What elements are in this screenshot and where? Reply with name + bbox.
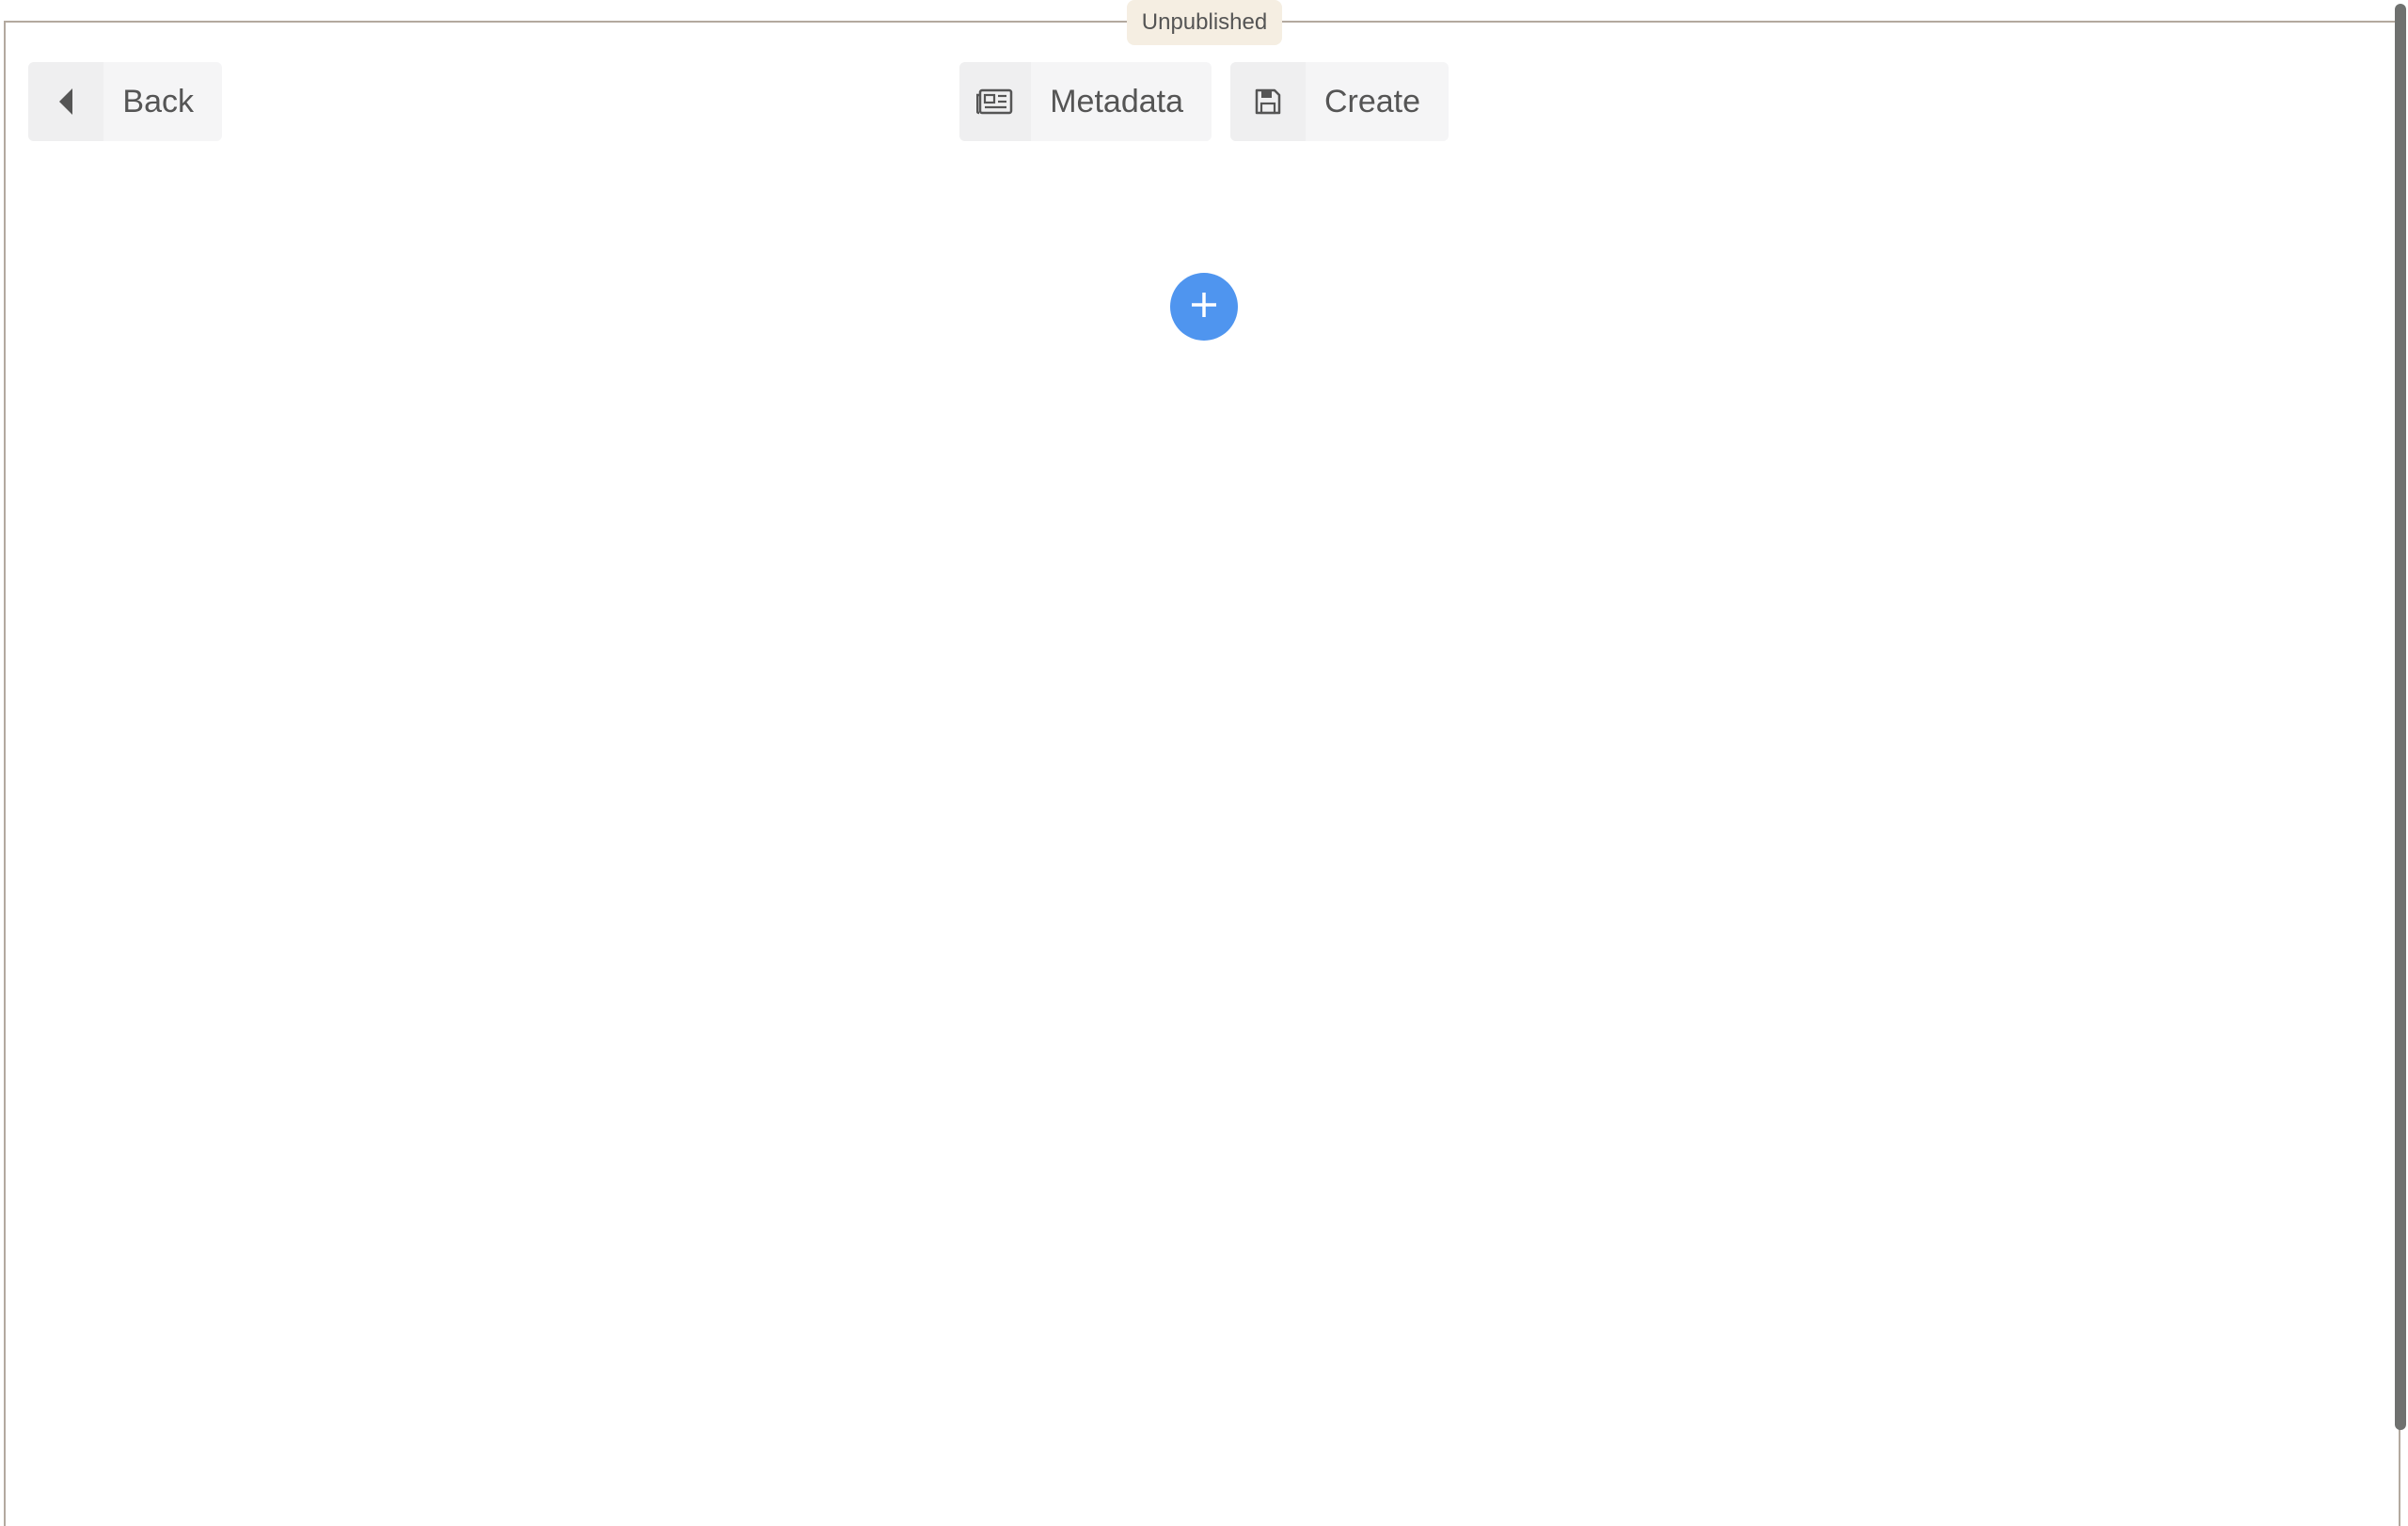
status-badge: Unpublished: [1127, 0, 1282, 45]
status-label: Unpublished: [1141, 9, 1268, 35]
scrollbar-thumb[interactable]: [2395, 4, 2406, 1430]
floppy-disk-icon: [1230, 62, 1306, 141]
add-block-button[interactable]: [1170, 273, 1238, 341]
editor-frame: [4, 21, 2400, 1526]
back-button[interactable]: Back: [28, 62, 222, 141]
metadata-button[interactable]: Metadata: [959, 62, 1212, 141]
create-button-label: Create: [1323, 83, 1420, 119]
back-button-label: Back: [122, 83, 194, 119]
vertical-scrollbar[interactable]: [2395, 0, 2408, 1505]
metadata-button-label: Metadata: [1050, 83, 1183, 119]
newspaper-icon: [959, 62, 1032, 141]
caret-left-icon: [28, 62, 104, 141]
create-button[interactable]: Create: [1230, 62, 1449, 141]
plus-icon: [1189, 290, 1219, 325]
